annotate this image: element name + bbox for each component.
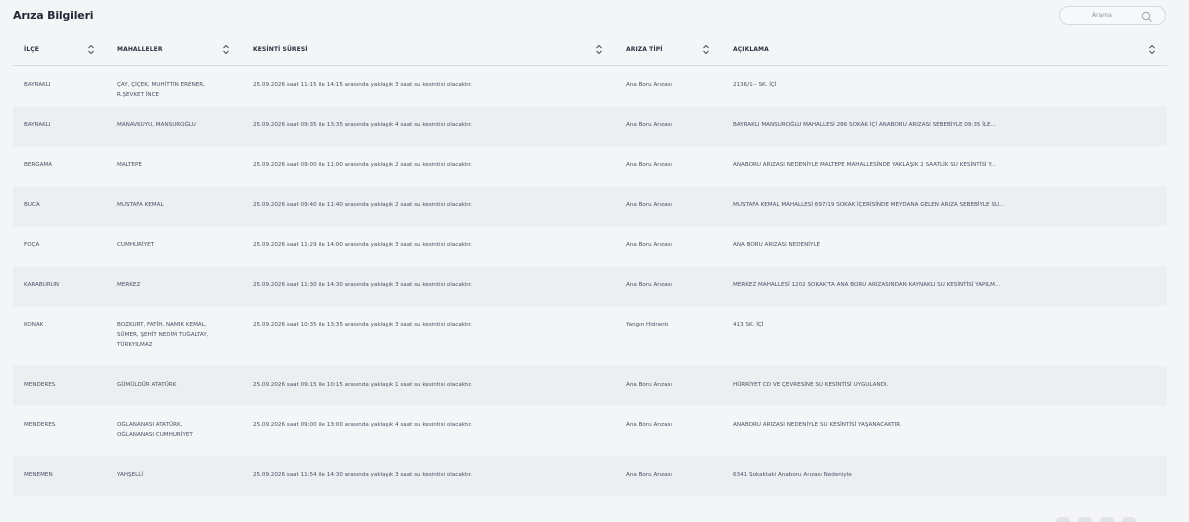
table-header: İLÇE MAHALLELER KESİNTİ SÜRESİ ARIZA TİP… [13, 32, 1167, 66]
cell-fault-type: Ana Boru Arızası [626, 472, 672, 478]
search-icon[interactable] [1140, 9, 1154, 23]
column-header-neighborhoods[interactable]: MAHALLELER [117, 32, 163, 66]
pagination [1055, 517, 1137, 522]
cell-duration: 25.09.2026 saat 09:35 ile 13:35 arasında… [253, 122, 473, 128]
cell-fault-type: Ana Boru Arızası [626, 162, 672, 168]
cell-neighborhoods: CUMHURİYET [117, 242, 155, 248]
cell-neighborhoods: MUSTAFA KEMAL [117, 202, 164, 208]
cell-district: MENDERES [24, 422, 56, 428]
cell-description: 6341 Sokaktaki Anaboru Arızası Nedeniyle [733, 472, 852, 478]
sort-icon[interactable] [87, 40, 95, 55]
cell-duration: 25.09.2026 saat 09:00 ile 11:00 arasında… [253, 162, 473, 168]
cell-description: ANABORU ARIZASI NEDENİYLE SU KESİNTİSİ Y… [733, 422, 902, 428]
cell-fault-type: Ana Boru Arızası [626, 282, 672, 288]
table-row[interactable]: MENDERES OĞLANANASI ATATÜRK, OĞLANANASI … [13, 406, 1167, 456]
table-row[interactable]: KONAK BOZKURT, FATİH, NAMIK KEMAL, SÜMER… [13, 306, 1167, 366]
cell-description: ANA BORU ARIZASI NEDENİYLE [733, 242, 820, 248]
table-row[interactable]: FOÇA CUMHURİYET 25.09.2026 saat 11:29 il… [13, 226, 1167, 266]
cell-fault-type: Ana Boru Arızası [626, 382, 672, 388]
cell-duration: 25.09.2026 saat 09:15 ile 10:15 arasında… [253, 382, 473, 388]
cell-description: ANABORU ARIZASI NEDENİYLE MALTEPE MAHALL… [733, 162, 996, 168]
cell-duration: 25.09.2026 saat 10:35 ile 13:35 arasında… [253, 322, 473, 328]
pagination-button[interactable] [1077, 517, 1093, 522]
column-header-duration[interactable]: KESİNTİ SÜRESİ [253, 32, 308, 66]
pagination-button[interactable] [1121, 517, 1137, 522]
cell-district: BAYRAKLI [24, 122, 51, 128]
column-header-fault-type[interactable]: ARIZA TİPİ [626, 32, 663, 66]
search-input[interactable] [1070, 9, 1130, 22]
cell-duration: 25.09.2026 saat 09:40 ile 11:40 arasında… [253, 202, 473, 208]
cell-fault-type: Ana Boru Arızası [626, 202, 672, 208]
cell-neighborhoods: YAHŞELLİ [117, 472, 143, 478]
table-body: BAYRAKLI ÇAY, ÇİÇEK, MUHİTTİN ERENER, R.… [13, 66, 1167, 496]
cell-neighborhoods: MERKEZ [117, 282, 141, 288]
cell-description: HÜRRİYET CD VE ÇEVRESİNE SU KESİNTİSİ UY… [733, 382, 889, 388]
sort-icon[interactable] [222, 40, 230, 55]
table-row[interactable]: BAYRAKLI ÇAY, ÇİÇEK, MUHİTTİN ERENER, R.… [13, 66, 1167, 106]
table-row[interactable]: KARABURUN MERKEZ 25.09.2026 saat 11:30 i… [13, 266, 1167, 306]
cell-neighborhoods: GÜMÜLDÜR ATATÜRK [117, 382, 177, 388]
cell-district: KARABURUN [24, 282, 59, 288]
cell-fault-type: Ana Boru Arızası [626, 422, 672, 428]
cell-duration: 25.09.2026 saat 09:00 ile 13:00 arasında… [253, 422, 473, 428]
cell-duration: 25.09.2026 saat 11:30 ile 14:30 arasında… [253, 282, 473, 288]
pagination-button[interactable] [1055, 517, 1071, 522]
sort-icon[interactable] [1148, 40, 1156, 55]
sort-icon[interactable] [595, 40, 603, 55]
sort-icon[interactable] [702, 40, 710, 55]
pagination-button[interactable] [1099, 517, 1115, 522]
cell-description: BAYRAKLI MANSUROĞLU MAHALLESİ 286 SOKAK … [733, 122, 996, 128]
cell-neighborhoods: OĞLANANASI ATATÜRK, OĞLANANASI CUMHURİYE… [117, 422, 193, 438]
cell-description: 413 SK. İÇİ [733, 322, 764, 328]
table-row[interactable]: MENDERES GÜMÜLDÜR ATATÜRK 25.09.2026 saa… [13, 366, 1167, 406]
cell-district: BERGAMA [24, 162, 53, 168]
cell-district: MENDERES [24, 382, 56, 388]
cell-neighborhoods: BOZKURT, FATİH, NAMIK KEMAL, SÜMER, ŞEHİ… [117, 322, 209, 348]
search-box[interactable] [1059, 6, 1166, 25]
table-row[interactable]: BERGAMA MALTEPE 25.09.2026 saat 09:00 il… [13, 146, 1167, 186]
cell-neighborhoods: MANAVKUYU, MANSUROĞLU [117, 122, 196, 128]
cell-duration: 25.09.2026 saat 11:15 ile 14:15 arasında… [253, 82, 473, 88]
cell-fault-type: Ana Boru Arızası [626, 82, 672, 88]
page-title: Arıza Bilgileri [13, 9, 94, 22]
cell-district: BAYRAKLI [24, 82, 51, 88]
cell-district: FOÇA [24, 242, 40, 248]
column-header-district[interactable]: İLÇE [24, 32, 39, 66]
cell-description: MUSTAFA KEMAL MAHALLESİ 697/19 SOKAK İÇE… [733, 202, 1005, 208]
cell-fault-type: Yangın Hidrantı [626, 322, 669, 328]
cell-fault-type: Ana Boru Arızası [626, 122, 672, 128]
table-row[interactable]: MENEMEN YAHŞELLİ 25.09.2026 saat 11:54 i… [13, 456, 1167, 496]
cell-description: 2136/1-- SK. İÇİ [733, 82, 777, 88]
fault-table: İLÇE MAHALLELER KESİNTİ SÜRESİ ARIZA TİP… [13, 32, 1167, 496]
cell-duration: 25.09.2026 saat 11:54 ile 14:30 arasında… [253, 472, 473, 478]
column-header-description[interactable]: AÇIKLAMA [733, 32, 769, 66]
cell-district: MENEMEN [24, 472, 53, 478]
cell-fault-type: Ana Boru Arızası [626, 242, 672, 248]
table-row[interactable]: BAYRAKLI MANAVKUYU, MANSUROĞLU 25.09.202… [13, 106, 1167, 146]
cell-neighborhoods: ÇAY, ÇİÇEK, MUHİTTİN ERENER, R.ŞEVKET İN… [117, 82, 205, 98]
cell-neighborhoods: MALTEPE [117, 162, 142, 168]
table-row[interactable]: BUCA MUSTAFA KEMAL 25.09.2026 saat 09:40… [13, 186, 1167, 226]
cell-duration: 25.09.2026 saat 11:29 ile 14:00 arasında… [253, 242, 473, 248]
cell-description: MERKEZ MAHALLESİ 1202 SOKAK'TA ANA BORU … [733, 282, 1001, 288]
cell-district: KONAK [24, 322, 44, 328]
cell-district: BUCA [24, 202, 40, 208]
